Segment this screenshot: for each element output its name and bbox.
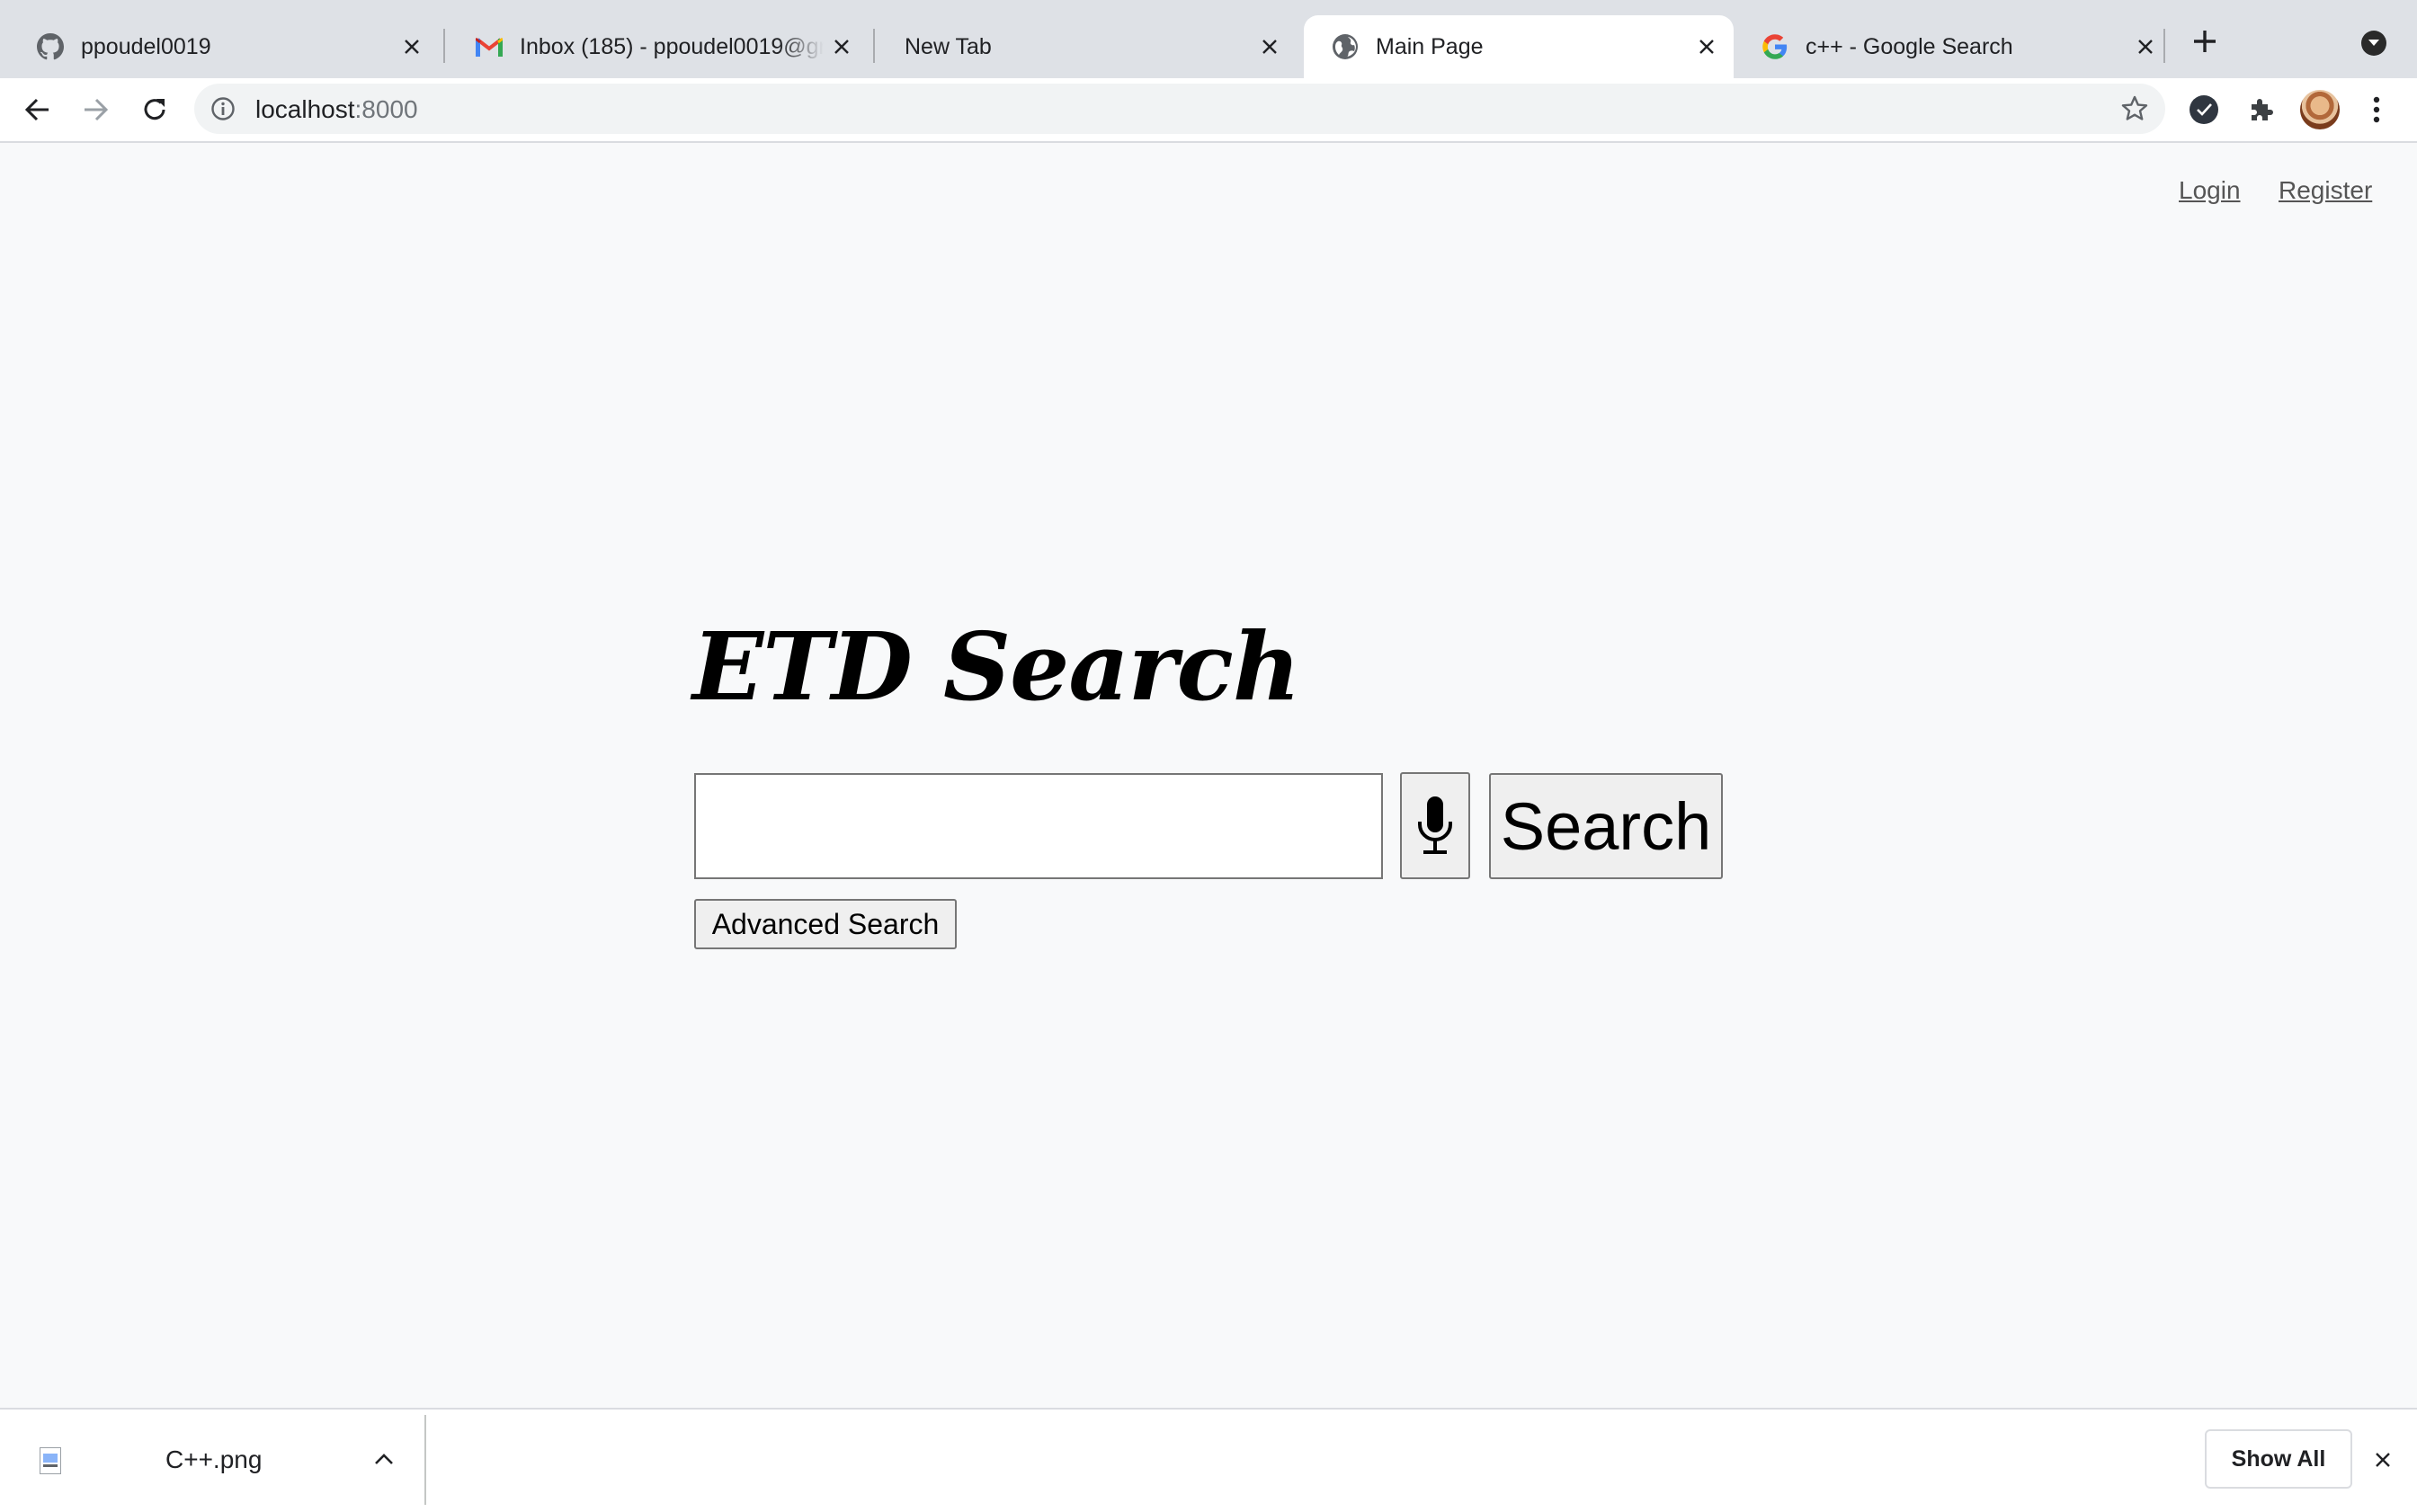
github-icon — [36, 32, 65, 61]
tab-separator — [2163, 29, 2165, 63]
download-item[interactable]: C++.png — [0, 1410, 424, 1510]
profile-avatar[interactable] — [2300, 90, 2340, 129]
bookmark-star-icon[interactable] — [2120, 94, 2149, 123]
page-title: ETD Search — [692, 611, 1300, 722]
address-bar[interactable]: localhost:8000 — [194, 84, 2165, 134]
extension-icon[interactable] — [2185, 91, 2223, 129]
browser-toolbar: localhost:8000 — [0, 78, 2417, 143]
tab-title: Inbox (185) - ppoudel0019@gmail.com - Gm… — [520, 33, 824, 59]
show-all-button[interactable]: Show All — [2205, 1429, 2352, 1489]
search-input[interactable] — [694, 773, 1383, 879]
close-icon[interactable] — [1689, 29, 1725, 65]
tab-search-icon[interactable] — [2361, 31, 2386, 56]
tab-separator — [443, 29, 445, 63]
site-info-icon[interactable] — [210, 96, 236, 121]
close-icon[interactable] — [2127, 29, 2163, 65]
extensions-puzzle-icon[interactable] — [2243, 91, 2280, 129]
tab-google-search[interactable]: c++ - Google Search — [1734, 15, 2172, 78]
divider — [424, 1415, 426, 1505]
url-text[interactable]: localhost:8000 — [255, 95, 418, 124]
google-icon — [1761, 32, 1789, 61]
tab-main-page[interactable]: Main Page — [1304, 15, 1734, 78]
more-menu-icon[interactable] — [2358, 91, 2395, 129]
chevron-up-icon[interactable] — [369, 1444, 399, 1474]
tab-title: Main Page — [1376, 33, 1484, 59]
tab-strip: ppoudel0019 Inbox (185) - ppoudel0019@gm… — [0, 0, 2417, 78]
close-icon[interactable] — [394, 29, 430, 65]
tab-separator — [873, 29, 875, 63]
register-link[interactable]: Register — [2279, 176, 2372, 205]
new-tab-icon[interactable] — [2187, 23, 2223, 59]
login-link[interactable]: Login — [2179, 176, 2241, 205]
tab-title: ppoudel0019 — [81, 33, 211, 59]
microphone-icon — [1418, 796, 1452, 854]
close-icon[interactable] — [2365, 1442, 2401, 1478]
tab-gmail[interactable]: Inbox (185) - ppoudel0019@gmail.com - Gm… — [448, 15, 869, 78]
close-icon[interactable] — [824, 29, 860, 65]
url-port: :8000 — [354, 95, 418, 123]
voice-search-button[interactable] — [1400, 772, 1470, 879]
url-host: localhost — [255, 95, 355, 123]
globe-icon — [1331, 32, 1360, 61]
gmail-icon — [475, 32, 504, 61]
tab-new-tab[interactable]: New Tab — [878, 15, 1297, 78]
png-file-icon — [40, 1447, 61, 1474]
tab-github[interactable]: ppoudel0019 — [9, 15, 439, 78]
tab-title: New Tab — [905, 33, 992, 59]
search-button[interactable]: Search — [1489, 773, 1723, 879]
forward-icon[interactable] — [77, 92, 113, 128]
reload-icon[interactable] — [137, 92, 173, 128]
tab-title: c++ - Google Search — [1806, 33, 2013, 59]
download-file-name: C++.png — [165, 1445, 263, 1473]
advanced-search-button[interactable]: Advanced Search — [694, 899, 957, 949]
close-icon[interactable] — [1252, 29, 1288, 65]
back-icon[interactable] — [20, 92, 56, 128]
download-shelf: C++.png Show All — [0, 1408, 2417, 1512]
